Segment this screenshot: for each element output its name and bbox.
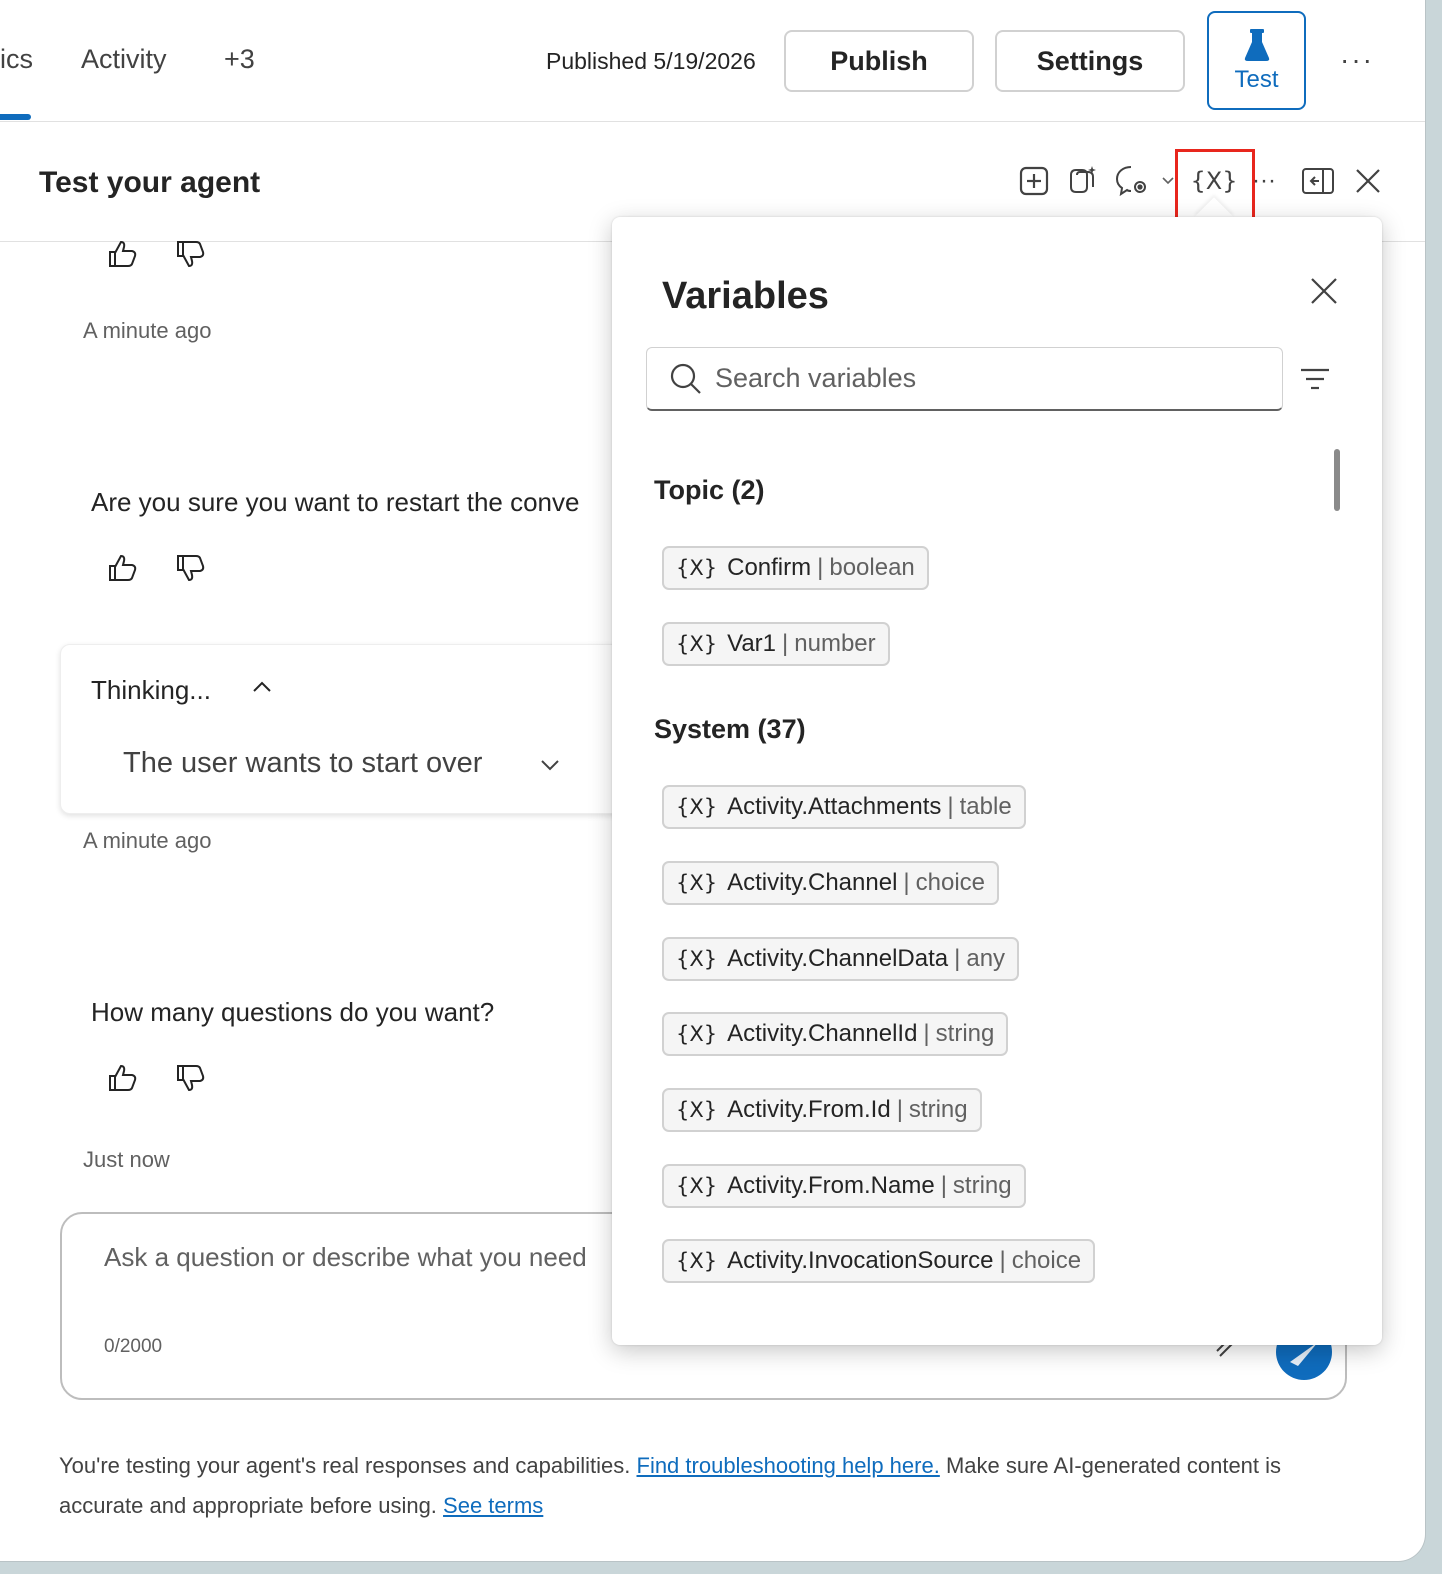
thinking-detail: The user wants to start over bbox=[123, 747, 483, 779]
copilot-icon[interactable] bbox=[1064, 163, 1100, 199]
variable-type: string bbox=[935, 1020, 995, 1047]
search-input[interactable] bbox=[715, 363, 1255, 394]
variable-separator: | bbox=[947, 793, 954, 820]
test-button-label: Test bbox=[1234, 65, 1279, 93]
variable-chip[interactable]: {X} Activity.ChannelId | string bbox=[662, 1012, 1009, 1056]
variable-icon: {X} bbox=[676, 1022, 718, 1046]
variable-type: choice bbox=[1011, 1247, 1082, 1274]
variable-type: number bbox=[794, 630, 876, 657]
thumbs-up-icon[interactable] bbox=[104, 550, 140, 586]
variable-separator: | bbox=[782, 630, 789, 657]
thumbs-up-icon[interactable] bbox=[104, 236, 140, 272]
app-window: ics Activity +3 Published 5/19/2026 Publ… bbox=[0, 0, 1426, 1562]
thumbs-down-icon[interactable] bbox=[172, 1060, 208, 1096]
variable-type: any bbox=[966, 945, 1006, 972]
variable-separator: | bbox=[903, 869, 910, 896]
thumbs-down-icon[interactable] bbox=[172, 550, 208, 586]
message-timestamp: Just now bbox=[83, 1147, 170, 1172]
chevron-down-icon[interactable] bbox=[539, 757, 561, 773]
disclaimer: You're testing your agent's real respons… bbox=[59, 1446, 1319, 1526]
variable-chip[interactable]: {X} Confirm | boolean bbox=[662, 546, 929, 590]
variable-separator: | bbox=[923, 1020, 930, 1047]
variable-icon: {X} bbox=[676, 947, 718, 971]
variable-icon: {X} bbox=[676, 1098, 718, 1122]
see-terms-link[interactable]: See terms bbox=[443, 1493, 543, 1518]
disclaimer-text: You're testing your agent's real respons… bbox=[59, 1453, 637, 1478]
tab-more-overflow[interactable]: +3 bbox=[224, 44, 255, 75]
troubleshooting-link[interactable]: Find troubleshooting help here. bbox=[637, 1453, 940, 1478]
message-timestamp: A minute ago bbox=[83, 828, 212, 853]
scrollbar[interactable] bbox=[1334, 449, 1340, 511]
published-status: Published 5/19/2026 bbox=[546, 48, 756, 74]
variable-chip[interactable]: {X} Var1 | number bbox=[662, 622, 890, 666]
section-heading-topic: Topic (2) bbox=[654, 475, 765, 505]
variable-icon: {X} bbox=[676, 1249, 718, 1273]
variable-chip[interactable]: {X} Activity.ChannelData | any bbox=[662, 937, 1020, 981]
pane-more-dots: ··· bbox=[1252, 167, 1276, 194]
variable-name: Confirm bbox=[727, 554, 812, 581]
variable-type: string bbox=[952, 1172, 1012, 1199]
more-options-icon[interactable]: ··· bbox=[1340, 44, 1374, 76]
close-icon[interactable] bbox=[1306, 273, 1342, 309]
variable-separator: | bbox=[817, 554, 824, 581]
new-conversation-icon[interactable] bbox=[1016, 163, 1052, 199]
variable-icon: {X} bbox=[676, 871, 718, 895]
variable-name: Activity.Attachments bbox=[727, 793, 942, 820]
pane-more-icon[interactable]: ··· bbox=[1246, 163, 1282, 199]
variable-type: string bbox=[908, 1096, 968, 1123]
tab-activity[interactable]: Activity bbox=[81, 44, 167, 75]
variable-separator: | bbox=[999, 1247, 1006, 1274]
variable-name: Activity.Channel bbox=[727, 869, 898, 896]
variable-icon: {X} bbox=[676, 1174, 718, 1198]
variable-name: Activity.From.Id bbox=[727, 1096, 891, 1123]
variable-type: choice bbox=[915, 869, 986, 896]
variable-type: table bbox=[959, 793, 1012, 820]
test-button[interactable]: Test bbox=[1207, 11, 1306, 110]
thinking-card: Thinking... The user wants to start over bbox=[60, 644, 680, 814]
thumbs-down-icon[interactable] bbox=[172, 236, 208, 272]
variables-panel: Variables Topic (2) {X}Confirm|boolean {… bbox=[612, 217, 1382, 1345]
filter-icon[interactable] bbox=[1298, 362, 1332, 396]
variable-separator: | bbox=[954, 945, 961, 972]
char-counter: 0/2000 bbox=[104, 1336, 163, 1357]
variable-name: Activity.ChannelId bbox=[727, 1020, 918, 1047]
variable-name: Var1 bbox=[727, 630, 777, 657]
search-icon bbox=[670, 363, 701, 394]
variable-name: Activity.InvocationSource bbox=[727, 1247, 994, 1274]
variable-type: boolean bbox=[829, 554, 915, 581]
active-tab-indicator bbox=[0, 114, 31, 120]
variables-title: Variables bbox=[662, 275, 829, 317]
settings-button[interactable]: Settings bbox=[995, 30, 1185, 92]
variable-name: Activity.ChannelData bbox=[727, 945, 949, 972]
variable-icon: {X} bbox=[676, 632, 718, 656]
beaker-icon bbox=[1244, 28, 1269, 61]
variable-separator: | bbox=[896, 1096, 903, 1123]
top-header: ics Activity +3 Published 5/19/2026 Publ… bbox=[0, 0, 1425, 122]
variable-chip[interactable]: {X} Activity.From.Name | string bbox=[662, 1164, 1026, 1208]
thumbs-up-icon[interactable] bbox=[104, 1060, 140, 1096]
variable-name: Activity.From.Name bbox=[727, 1172, 935, 1199]
variable-icon: {X} bbox=[676, 556, 718, 580]
close-icon[interactable] bbox=[1350, 163, 1386, 199]
page-title: Test your agent bbox=[39, 166, 261, 199]
variable-separator: | bbox=[940, 1172, 947, 1199]
variable-chip[interactable]: {X} Activity.Attachments | table bbox=[662, 785, 1026, 829]
thinking-label: Thinking... bbox=[91, 675, 211, 705]
chat-settings-icon[interactable] bbox=[1114, 163, 1150, 199]
variable-chip[interactable]: {X} Activity.From.Id | string bbox=[662, 1088, 982, 1132]
tab-topics[interactable]: ics bbox=[0, 44, 33, 75]
bot-message: Are you sure you want to restart the con… bbox=[91, 487, 580, 517]
panel-toggle-icon[interactable] bbox=[1300, 163, 1336, 199]
chat-input-placeholder[interactable]: Ask a question or describe what you need bbox=[104, 1242, 587, 1273]
variable-icon: {X} bbox=[676, 795, 718, 819]
message-timestamp: A minute ago bbox=[83, 318, 212, 343]
variable-chip[interactable]: {X} Activity.Channel | choice bbox=[662, 861, 1000, 905]
search-box[interactable] bbox=[646, 347, 1283, 411]
publish-button[interactable]: Publish bbox=[784, 30, 974, 92]
section-heading-system: System (37) bbox=[654, 714, 806, 744]
chevron-up-icon[interactable] bbox=[251, 679, 273, 695]
variable-chip[interactable]: {X} Activity.InvocationSource | choice bbox=[662, 1239, 1096, 1283]
bot-message: How many questions do you want? bbox=[91, 997, 495, 1027]
